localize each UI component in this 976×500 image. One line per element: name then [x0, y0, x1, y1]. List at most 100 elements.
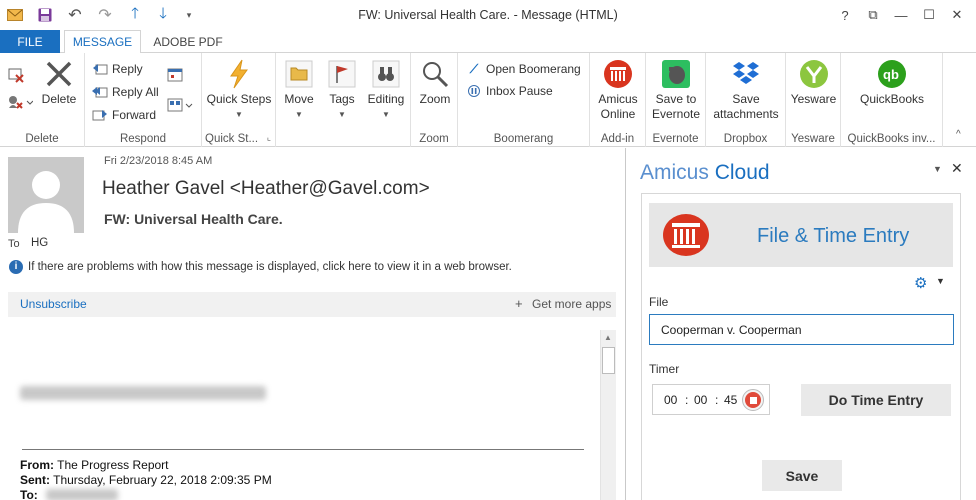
meeting-icon[interactable] — [167, 67, 185, 86]
from-label: From: — [20, 458, 54, 472]
group-quickbooks-label: QuickBooks inv... — [847, 133, 936, 145]
timer-sep-2: : — [715, 393, 719, 407]
move-button[interactable]: Move ▼ — [280, 58, 318, 122]
sender-name[interactable]: Heather Gavel <Heather@Gavel.com> — [102, 178, 430, 200]
ribbon: Delete Delete Reply Reply All Forward Re… — [0, 53, 976, 147]
group-evernote: Save to Evernote Evernote — [646, 53, 706, 147]
amicus-online-button[interactable]: Amicus Online — [592, 58, 644, 122]
ignore-icon[interactable] — [7, 65, 25, 86]
quick-steps-button[interactable]: Quick Steps ▼ — [204, 58, 274, 122]
reading-pane: Fri 2/23/2018 8:45 AM Heather Gavel <Hea… — [0, 148, 624, 500]
tab-message[interactable]: MESSAGE — [64, 30, 141, 54]
pane-menu-icon[interactable]: ▼ — [933, 164, 942, 174]
scroll-up-icon[interactable]: ▲ — [604, 333, 612, 342]
get-more-apps-link[interactable]: Get more apps — [532, 297, 611, 311]
group-boomerang: ⟋ Open Boomerang Inbox Pause Boomerang — [458, 53, 590, 147]
quickbooks-button[interactable]: qb QuickBooks — [843, 58, 941, 107]
amicus-panel: File & Time Entry ⚙ ▼ File Cooperman v. … — [641, 193, 961, 500]
quickbooks-label: QuickBooks — [859, 92, 925, 106]
file-input[interactable]: Cooperman v. Cooperman — [649, 314, 954, 345]
help-button[interactable]: ? — [834, 5, 856, 25]
sent-label: Sent: — [20, 473, 50, 487]
zoom-button[interactable]: Zoom — [414, 58, 456, 107]
brand-amicus: Amicus — [640, 161, 709, 184]
scroll-thumb[interactable] — [602, 347, 615, 374]
body-scrollbar[interactable]: ▲ — [600, 330, 616, 500]
ribbon-display-button[interactable]: ⧉ — [862, 5, 884, 25]
unsubscribe-link[interactable]: Unsubscribe — [20, 297, 87, 311]
save-to-evernote-button[interactable]: Save to Evernote — [648, 58, 704, 122]
dropbox-line2: attachments — [713, 107, 779, 121]
body-divider — [22, 449, 584, 450]
yesware-button[interactable]: Yesware — [788, 58, 839, 107]
apps-bar: Unsubscribe + Get more apps — [8, 292, 616, 317]
outlook-message-window: ↶ ↷ 🡑 🡓 ▾ FW: Universal Health Care. - M… — [0, 0, 976, 500]
reply-all-button[interactable]: Reply All — [92, 83, 159, 101]
group-respond-label: Respond — [119, 133, 167, 145]
group-delete-label: Delete — [25, 133, 59, 145]
move-caret: ▼ — [295, 110, 303, 119]
group-dropbox: Save attachments Dropbox — [706, 53, 786, 147]
inbox-pause-label: Inbox Pause — [486, 84, 553, 98]
reply-button[interactable]: Reply — [92, 60, 143, 78]
dialog-launcher-icon[interactable]: ⌞ — [267, 132, 271, 143]
tags-button[interactable]: Tags ▼ — [324, 58, 360, 122]
save-attachments-button[interactable]: Save attachments — [708, 58, 784, 122]
group-zoom: Zoom Zoom — [411, 53, 458, 147]
settings-caret-icon[interactable]: ▼ — [936, 276, 945, 286]
save-entry-button[interactable]: Save — [762, 460, 842, 491]
minimize-button[interactable]: — — [890, 5, 912, 25]
maximize-button[interactable]: ☐ — [918, 5, 940, 25]
forward-button[interactable]: Forward — [92, 106, 156, 124]
stop-icon — [745, 392, 761, 408]
group-boomerang-label: Boomerang — [493, 133, 554, 145]
amicus-line1: Amicus — [598, 92, 638, 106]
amicus-brand: Amicus Cloud — [640, 161, 770, 185]
reply-all-icon — [92, 84, 108, 100]
collapse-ribbon-icon[interactable]: ^ — [956, 129, 961, 140]
amicus-columns-logo-icon — [662, 213, 710, 260]
timer-minutes: 00 — [694, 393, 708, 407]
delete-button[interactable]: Delete — [40, 58, 78, 107]
dropbox-line1: Save — [732, 92, 760, 106]
open-boomerang-button[interactable]: ⟋ Open Boomerang — [466, 60, 581, 78]
group-evernote-label: Evernote — [652, 133, 699, 145]
delete-x-icon — [43, 58, 75, 90]
timer-display[interactable]: 00 : 00 : 45 — [652, 384, 770, 415]
svg-text:qb: qb — [883, 67, 899, 82]
ribbon-tabs: FILE MESSAGE ADOBE PDF — [0, 30, 976, 54]
tab-file[interactable]: FILE — [0, 30, 60, 53]
group-quickbooks: qb QuickBooks QuickBooks inv... — [841, 53, 943, 147]
more-respond-icon[interactable] — [167, 97, 193, 116]
settings-gear-icon[interactable]: ⚙ — [914, 274, 927, 292]
group-yesware-label: Yesware — [791, 133, 835, 145]
yesware-label: Yesware — [790, 92, 837, 106]
pane-close-icon[interactable]: ✕ — [951, 160, 963, 177]
to-recipient[interactable]: HG — [31, 237, 48, 249]
editing-button[interactable]: Editing ▼ — [364, 58, 408, 122]
delete-label: Delete — [41, 92, 77, 106]
entry-header-title: File & Time Entry — [757, 225, 910, 247]
pause-icon — [466, 83, 482, 99]
timer-stop-button[interactable] — [742, 389, 764, 411]
message-date: Fri 2/23/2018 8:45 AM — [104, 155, 213, 167]
group-dropbox-label: Dropbox — [723, 133, 768, 145]
evernote-line2: Evernote — [651, 107, 701, 121]
info-bar-text[interactable]: If there are problems with how this mess… — [28, 261, 512, 273]
file-label: File — [649, 295, 669, 309]
amicus-line2: Online — [600, 107, 636, 121]
binoculars-icon — [370, 58, 402, 90]
inbox-pause-button[interactable]: Inbox Pause — [466, 82, 553, 100]
yesware-logo-icon — [798, 58, 830, 90]
from-value: The Progress Report — [57, 458, 169, 472]
do-time-entry-button[interactable]: Do Time Entry — [801, 384, 951, 416]
to2-label: To: — [20, 488, 38, 500]
close-button[interactable]: ✕ — [946, 5, 968, 25]
info-icon: i — [9, 260, 23, 274]
sent-value: Thursday, February 22, 2018 2:09:35 PM — [53, 473, 272, 487]
magnifier-icon — [419, 58, 451, 90]
tab-adobe-pdf[interactable]: ADOBE PDF — [145, 30, 231, 53]
to2-line: To: — [20, 488, 38, 500]
reply-label: Reply — [112, 62, 143, 76]
junk-icon[interactable] — [7, 93, 34, 114]
